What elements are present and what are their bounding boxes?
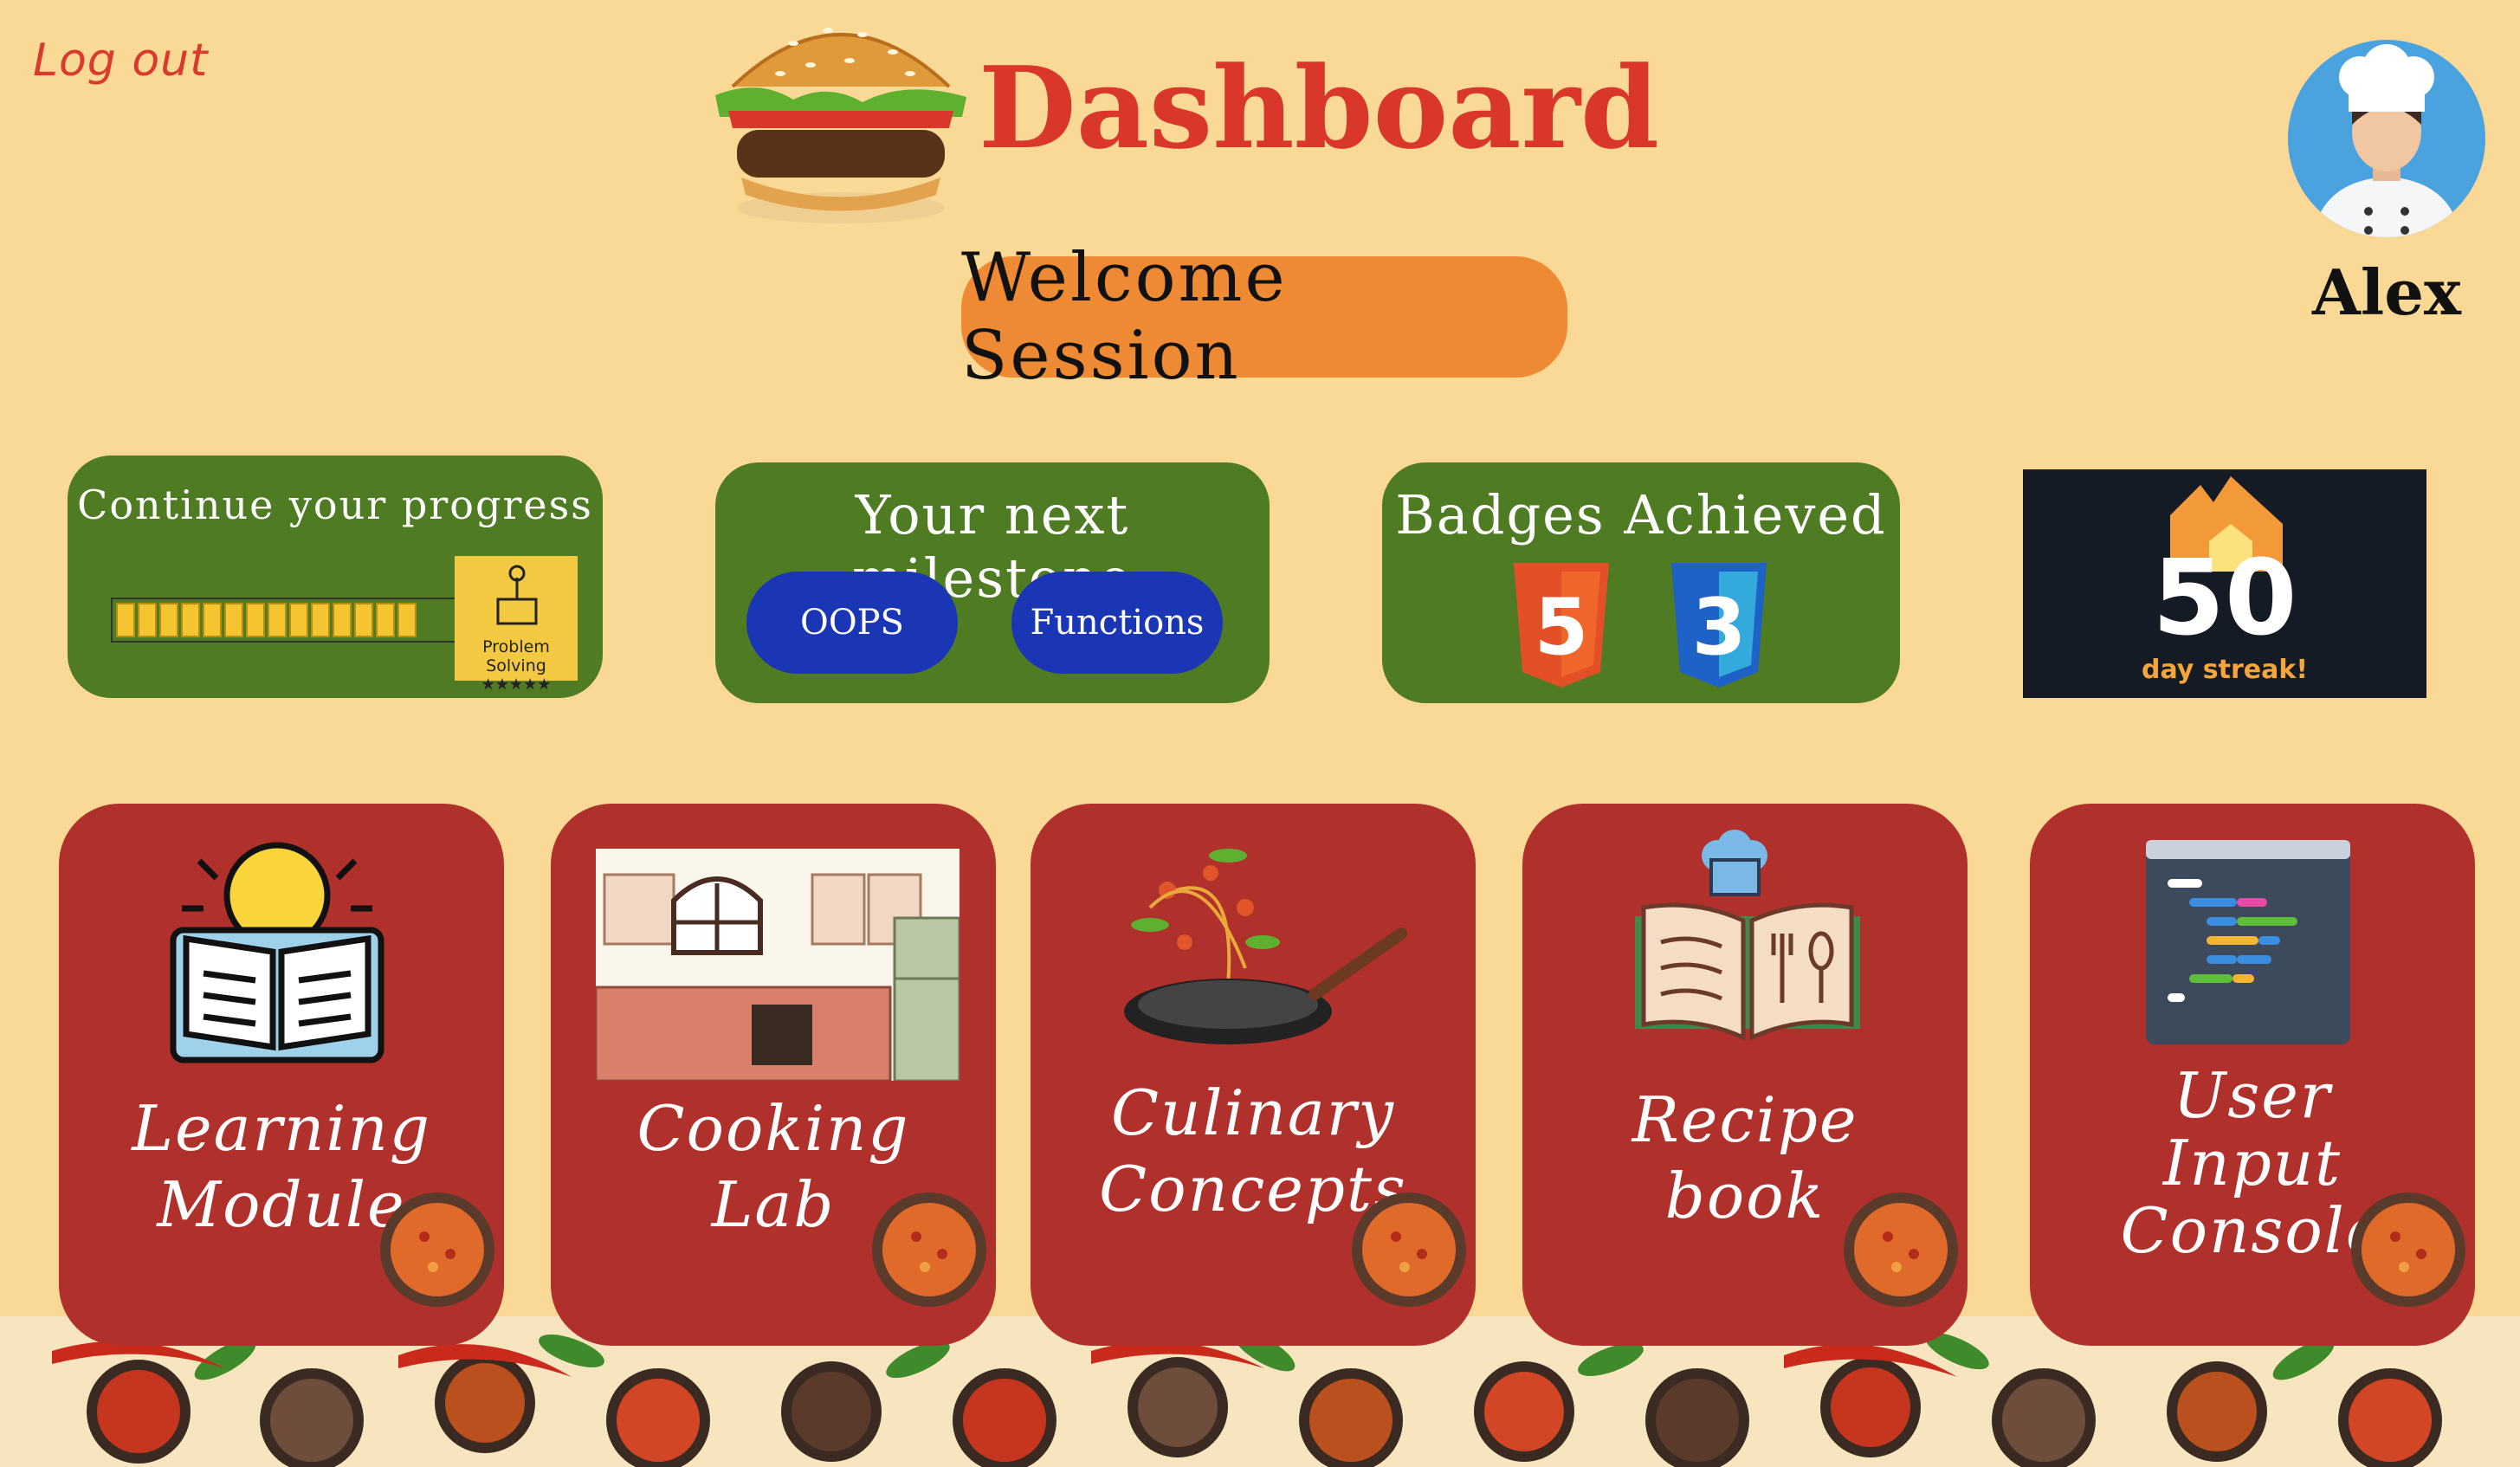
progress-bar — [111, 598, 457, 643]
day-streak-card: 50 day streak! — [2023, 469, 2426, 698]
code-console-icon — [2146, 840, 2350, 1044]
spice-bowl-icon — [380, 1192, 494, 1307]
svg-text:5: 5 — [1535, 582, 1589, 673]
continue-progress-card[interactable]: Continue your progress Problem Solving ★… — [68, 456, 603, 698]
badges-card-title: Badges Achieved — [1395, 483, 1887, 546]
problem-solving-stars: ★★★★★ — [481, 675, 552, 694]
tile-recipe-book-label-1: Recipe — [1632, 1083, 1858, 1156]
page-title: Dashboard — [979, 42, 1659, 174]
logout-link[interactable]: Log out — [33, 35, 208, 87]
idea-book-icon — [170, 842, 384, 1063]
svg-text:3: 3 — [1692, 582, 1747, 673]
milestone-functions-button[interactable]: Functions — [1011, 572, 1223, 674]
milestone-oops-button[interactable]: OOPS — [746, 572, 958, 674]
tile-learning-module-label-1: Learning — [132, 1092, 431, 1165]
streak-count: 50 — [2152, 539, 2297, 659]
next-milestone-card: Your next milestone OOPS Functions — [715, 462, 1270, 703]
tile-recipe-book[interactable]: Recipe book — [1522, 804, 1968, 1346]
problem-solving-label: Problem Solving — [482, 637, 550, 675]
tile-cooking-lab-label-1: Cooking — [636, 1092, 910, 1165]
spice-bowl-icon — [872, 1192, 986, 1307]
burger-logo-icon — [715, 28, 966, 223]
spice-bowl-icon — [1844, 1192, 1958, 1307]
frying-pan-icon — [1124, 849, 1407, 1044]
spice-bowl-icon — [2351, 1192, 2465, 1307]
tile-culinary-concepts-label-1: Culinary — [1111, 1076, 1395, 1149]
tile-user-input-console[interactable]: User Input Console — [2030, 804, 2475, 1346]
username: Alex — [2312, 255, 2461, 329]
recipe-book-icon — [1635, 830, 1860, 1041]
tile-learning-module[interactable]: Learning Module — [59, 804, 504, 1346]
kitchen-icon — [596, 849, 960, 1081]
html5-icon: 5 — [1514, 563, 1609, 688]
welcome-session-button[interactable]: Welcome Session — [961, 239, 1567, 395]
tile-user-input-console-label-1: User — [2173, 1059, 2332, 1132]
progress-card-title: Continue your progress — [77, 481, 593, 528]
joystick-icon — [496, 565, 538, 625]
css3-icon: 3 — [1671, 563, 1767, 688]
tile-cooking-lab[interactable]: Cooking Lab — [551, 804, 996, 1346]
tile-culinary-concepts[interactable]: Culinary Concepts — [1031, 804, 1476, 1346]
badges-achieved-card: Badges Achieved 5 3 — [1382, 462, 1900, 703]
streak-label: day streak! — [2141, 655, 2308, 685]
spice-bowl-icon — [1352, 1192, 1466, 1307]
chef-avatar-icon[interactable] — [2286, 38, 2487, 239]
problem-solving-badge[interactable]: Problem Solving ★★★★★ — [455, 556, 578, 694]
